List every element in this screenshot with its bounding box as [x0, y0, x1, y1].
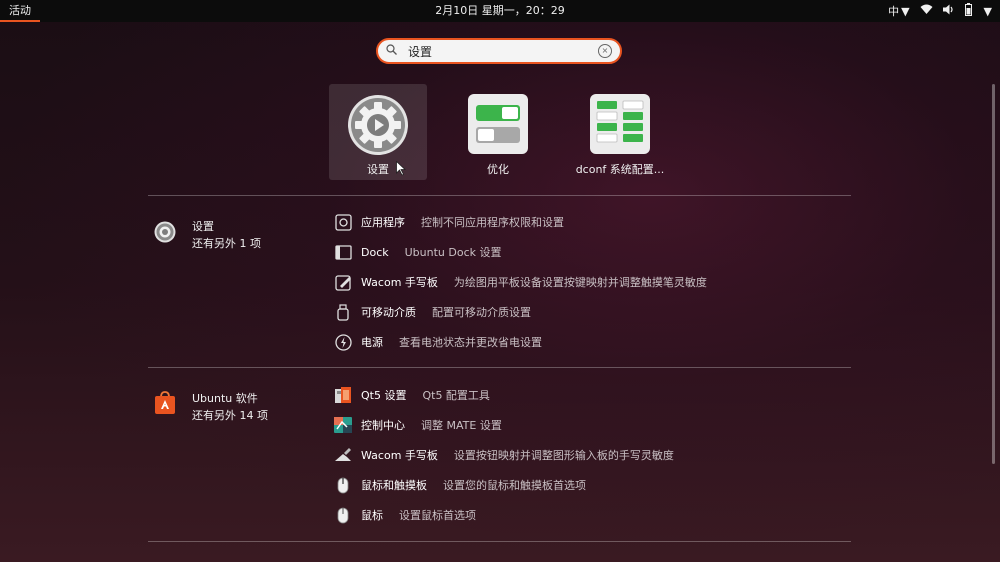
provider-title: Ubuntu 软件: [192, 392, 258, 405]
result-wacom-settings[interactable]: Wacom 手写板 为绘图用平板设备设置按键映射并调整触摸笔灵敏度: [334, 272, 707, 292]
section-divider: [148, 195, 851, 196]
search-icon: [386, 44, 402, 58]
removable-media-icon: [334, 303, 352, 321]
system-menu-chevron-icon[interactable]: ▼: [984, 5, 992, 18]
result-mouse[interactable]: 鼠标 设置鼠标首选项: [334, 505, 476, 525]
provider-subtitle: 还有另外 14 项: [192, 409, 268, 422]
qt5-settings-icon: [334, 386, 352, 404]
result-name: 可移动介质: [361, 306, 416, 319]
search-input[interactable]: [406, 43, 590, 59]
volume-icon[interactable]: [942, 4, 955, 18]
dock-icon: [334, 243, 352, 261]
wifi-icon[interactable]: [920, 4, 933, 18]
result-name: Dock: [361, 245, 389, 259]
section-divider: [148, 367, 851, 368]
input-method-indicator[interactable]: 中 ▼: [888, 3, 909, 19]
wacom-pen-icon: [334, 446, 352, 464]
result-applications[interactable]: 应用程序 控制不同应用程序权限和设置: [334, 212, 564, 232]
provider-ubuntu-software[interactable]: Ubuntu 软件 还有另外 14 项: [154, 390, 268, 424]
result-description: 配置可移动介质设置: [432, 306, 531, 319]
section-divider: [148, 541, 851, 542]
clock[interactable]: 2月10日 星期一，20：29: [0, 0, 1000, 22]
settings-gear-icon: [154, 221, 176, 243]
result-description: 控制不同应用程序权限和设置: [421, 216, 564, 229]
app-dconf[interactable]: dconf 系统配置...: [571, 84, 669, 180]
app-settings[interactable]: 设置: [329, 84, 427, 180]
system-tray[interactable]: 中 ▼ ▼: [888, 0, 992, 22]
result-name: Wacom 手写板: [361, 449, 438, 462]
mouse-pointer-icon: [396, 161, 406, 176]
result-name: 鼠标和触摸板: [361, 479, 427, 492]
tweaks-toggle-icon: [468, 94, 528, 154]
clear-search-icon[interactable]: ×: [598, 44, 612, 58]
top-bar: 活动 2月10日 星期一，20：29 中 ▼ ▼: [0, 0, 1000, 22]
result-wacom-pen[interactable]: Wacom 手写板 设置按钮映射并调整图形输入板的手写灵敏度: [334, 445, 674, 465]
search-entry[interactable]: ×: [376, 38, 622, 64]
result-power[interactable]: 电源 查看电池状态并更改省电设置: [334, 332, 542, 352]
provider-settings[interactable]: 设置 还有另外 1 项: [154, 218, 261, 252]
wacom-tablet-icon: [334, 273, 352, 291]
results-scrollbar[interactable]: [992, 84, 995, 464]
battery-icon[interactable]: [964, 3, 972, 19]
result-description: Qt5 配置工具: [422, 389, 490, 402]
power-icon: [334, 333, 352, 351]
control-center-icon: [334, 416, 352, 434]
app-label: dconf 系统配置...: [575, 163, 665, 176]
result-name: 控制中心: [361, 419, 405, 432]
input-method-label: 中: [888, 5, 900, 18]
result-name: 应用程序: [361, 216, 405, 229]
provider-title: 设置: [192, 220, 214, 233]
app-label: 设置: [367, 163, 389, 176]
mouse-icon: [334, 506, 352, 524]
result-description: 设置按钮映射并调整图形输入板的手写灵敏度: [453, 449, 674, 462]
app-label: 优化: [487, 163, 509, 176]
dconf-icon: [590, 94, 650, 154]
result-name: Wacom 手写板: [361, 276, 438, 289]
mouse-touchpad-icon: [334, 476, 352, 494]
result-name: 电源: [361, 336, 383, 349]
result-removable-media[interactable]: 可移动介质 配置可移动介质设置: [334, 302, 531, 322]
ubuntu-software-icon: [155, 391, 175, 414]
result-description: Ubuntu Dock 设置: [404, 246, 502, 259]
app-tweaks[interactable]: 优化: [449, 84, 547, 180]
result-dock[interactable]: Dock Ubuntu Dock 设置: [334, 242, 502, 262]
provider-subtitle: 还有另外 1 项: [192, 237, 261, 250]
result-name: 鼠标: [361, 509, 383, 522]
result-name: Qt5 设置: [361, 389, 407, 402]
result-description: 设置您的鼠标和触摸板首选项: [443, 479, 586, 492]
gear-icon: [348, 95, 408, 155]
result-description: 查看电池状态并更改省电设置: [399, 336, 542, 349]
result-description: 设置鼠标首选项: [399, 509, 476, 522]
result-mouse-touchpad[interactable]: 鼠标和触摸板 设置您的鼠标和触摸板首选项: [334, 475, 586, 495]
chevron-down-icon: ▼: [901, 5, 910, 18]
result-description: 为绘图用平板设备设置按键映射并调整触摸笔灵敏度: [453, 276, 707, 289]
result-control-center[interactable]: 控制中心 调整 MATE 设置: [334, 415, 502, 435]
applications-icon: [334, 213, 352, 231]
result-description: 调整 MATE 设置: [421, 419, 502, 432]
result-qt5-settings[interactable]: Qt5 设置 Qt5 配置工具: [334, 385, 490, 405]
